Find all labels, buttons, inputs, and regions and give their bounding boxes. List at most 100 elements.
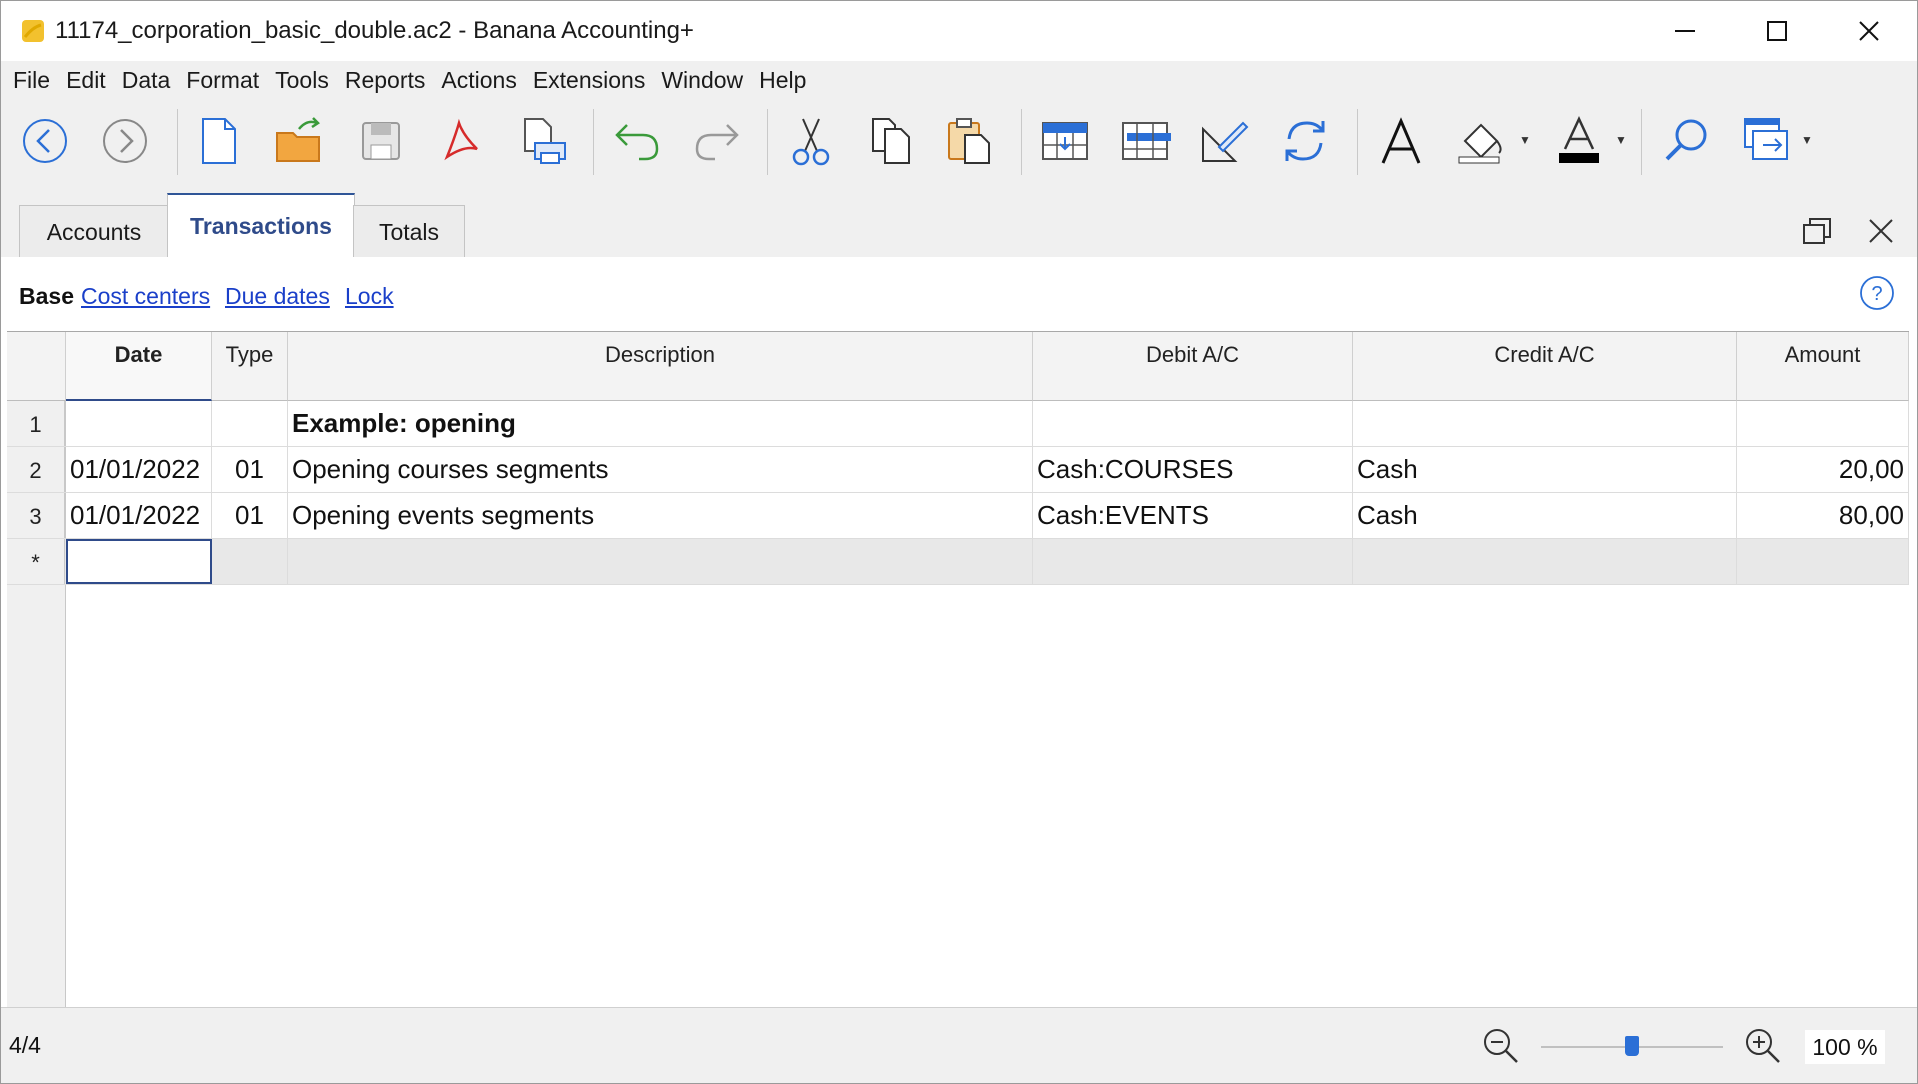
open-file-button[interactable] bbox=[269, 111, 329, 171]
text-color-button[interactable] bbox=[1549, 111, 1609, 171]
close-button[interactable] bbox=[1831, 1, 1907, 61]
fill-color-dropdown-icon[interactable]: ▼ bbox=[1519, 133, 1531, 147]
cell-description[interactable]: Opening courses segments bbox=[288, 447, 1033, 492]
cell-credit[interactable]: Cash bbox=[1353, 447, 1737, 492]
cell-description[interactable]: Example: opening bbox=[288, 401, 1033, 446]
pdf-export-button[interactable] bbox=[431, 111, 491, 171]
fill-color-button[interactable] bbox=[1451, 111, 1511, 171]
new-file-button[interactable] bbox=[189, 111, 249, 171]
redo-button[interactable] bbox=[687, 111, 747, 171]
menu-extensions[interactable]: Extensions bbox=[525, 61, 654, 99]
redo-icon bbox=[695, 124, 739, 161]
cell-type[interactable] bbox=[212, 401, 288, 446]
cut-button[interactable] bbox=[781, 111, 841, 171]
tab-totals[interactable]: Totals bbox=[353, 205, 465, 258]
column-header-description[interactable]: Description bbox=[288, 332, 1033, 401]
cell-type[interactable] bbox=[212, 539, 288, 584]
copy-button[interactable] bbox=[861, 111, 921, 171]
forward-button[interactable] bbox=[95, 111, 155, 171]
window-dropdown-icon[interactable]: ▼ bbox=[1801, 133, 1813, 147]
cell-amount[interactable]: 80,00 bbox=[1737, 493, 1909, 538]
cell-amount[interactable] bbox=[1737, 401, 1909, 446]
cell-credit[interactable] bbox=[1353, 401, 1737, 446]
close-tab-button[interactable] bbox=[1861, 213, 1901, 249]
zoom-slider-thumb[interactable] bbox=[1625, 1036, 1639, 1056]
menu-bar: File Edit Data Format Tools Reports Acti… bbox=[1, 61, 1917, 99]
corner-header-cell[interactable] bbox=[7, 332, 66, 401]
font-icon bbox=[1381, 117, 1421, 164]
toolbar-separator bbox=[177, 109, 178, 175]
toolbar-separator bbox=[1357, 109, 1358, 175]
menu-window[interactable]: Window bbox=[653, 61, 751, 99]
zoom-in-icon[interactable] bbox=[1743, 1026, 1783, 1066]
cell-debit[interactable] bbox=[1033, 401, 1353, 446]
view-base[interactable]: Base bbox=[19, 283, 74, 310]
cell-date[interactable] bbox=[66, 401, 212, 446]
text-color-dropdown-icon[interactable]: ▼ bbox=[1615, 133, 1627, 147]
minimize-button[interactable] bbox=[1647, 1, 1723, 61]
window-button[interactable] bbox=[1737, 111, 1797, 171]
title-bar: 11174_corporation_basic_double.ac2 - Ban… bbox=[1, 1, 1917, 61]
save-button[interactable] bbox=[351, 111, 411, 171]
delete-row-button[interactable] bbox=[1115, 111, 1175, 171]
insert-row-button[interactable] bbox=[1035, 111, 1095, 171]
menu-data[interactable]: Data bbox=[114, 61, 179, 99]
find-button[interactable] bbox=[1657, 111, 1717, 171]
view-cost-centers[interactable]: Cost centers bbox=[81, 283, 210, 310]
column-header-debit[interactable]: Debit A/C bbox=[1033, 332, 1353, 401]
cell-amount[interactable]: 20,00 bbox=[1737, 447, 1909, 492]
maximize-button[interactable] bbox=[1739, 1, 1815, 61]
print-preview-button[interactable] bbox=[513, 111, 573, 171]
column-header-credit[interactable]: Credit A/C bbox=[1353, 332, 1737, 401]
zoom-out-icon[interactable] bbox=[1481, 1026, 1521, 1066]
help-icon[interactable]: ? bbox=[1859, 275, 1895, 311]
minimize-icon bbox=[1675, 30, 1695, 32]
cell-type[interactable]: 01 bbox=[212, 447, 288, 492]
menu-help[interactable]: Help bbox=[751, 61, 814, 99]
close-icon bbox=[1869, 219, 1893, 243]
column-header-date[interactable]: Date bbox=[66, 332, 212, 401]
row-number[interactable]: 3 bbox=[7, 493, 65, 538]
menu-format[interactable]: Format bbox=[178, 61, 267, 99]
cell-date-input[interactable] bbox=[66, 539, 212, 584]
recalculate-button[interactable] bbox=[1275, 111, 1335, 171]
svg-text:?: ? bbox=[1871, 283, 1882, 305]
undo-button[interactable] bbox=[607, 111, 667, 171]
new-row-marker[interactable]: * bbox=[7, 539, 65, 584]
menu-file[interactable]: File bbox=[5, 61, 58, 99]
cell-credit[interactable] bbox=[1353, 539, 1737, 584]
view-due-dates[interactable]: Due dates bbox=[225, 283, 330, 310]
cell-description[interactable] bbox=[288, 539, 1033, 584]
cell-date[interactable]: 01/01/2022 bbox=[66, 447, 212, 492]
cell-description[interactable]: Opening events segments bbox=[288, 493, 1033, 538]
row-number[interactable]: 1 bbox=[7, 401, 65, 446]
menu-tools[interactable]: Tools bbox=[267, 61, 337, 99]
cell-debit[interactable] bbox=[1033, 539, 1353, 584]
tab-accounts[interactable]: Accounts bbox=[19, 205, 169, 258]
cell-debit[interactable]: Cash:EVENTS bbox=[1033, 493, 1353, 538]
menu-actions[interactable]: Actions bbox=[433, 61, 524, 99]
maximize-icon bbox=[1767, 21, 1787, 41]
banana-app-icon bbox=[22, 20, 44, 42]
column-header-amount[interactable]: Amount bbox=[1737, 332, 1909, 401]
view-lock[interactable]: Lock bbox=[345, 283, 394, 310]
back-button[interactable] bbox=[15, 111, 75, 171]
zoom-level[interactable]: 100 % bbox=[1805, 1030, 1885, 1064]
undock-button[interactable] bbox=[1797, 213, 1837, 249]
cell-amount[interactable] bbox=[1737, 539, 1909, 584]
menu-reports[interactable]: Reports bbox=[337, 61, 434, 99]
open-file-icon bbox=[276, 117, 320, 162]
tab-transactions[interactable]: Transactions bbox=[167, 193, 355, 258]
row-number[interactable]: 2 bbox=[7, 447, 65, 492]
menu-edit[interactable]: Edit bbox=[58, 61, 114, 99]
font-button[interactable] bbox=[1371, 111, 1431, 171]
cell-credit[interactable]: Cash bbox=[1353, 493, 1737, 538]
row-position: 4/4 bbox=[9, 1032, 41, 1058]
cell-date[interactable]: 01/01/2022 bbox=[66, 493, 212, 538]
cell-debit[interactable]: Cash:COURSES bbox=[1033, 447, 1353, 492]
cell-type[interactable]: 01 bbox=[212, 493, 288, 538]
paste-button[interactable] bbox=[941, 111, 1001, 171]
edit-button[interactable] bbox=[1195, 111, 1255, 171]
pdf-icon bbox=[444, 118, 478, 161]
column-header-type[interactable]: Type bbox=[212, 332, 288, 401]
